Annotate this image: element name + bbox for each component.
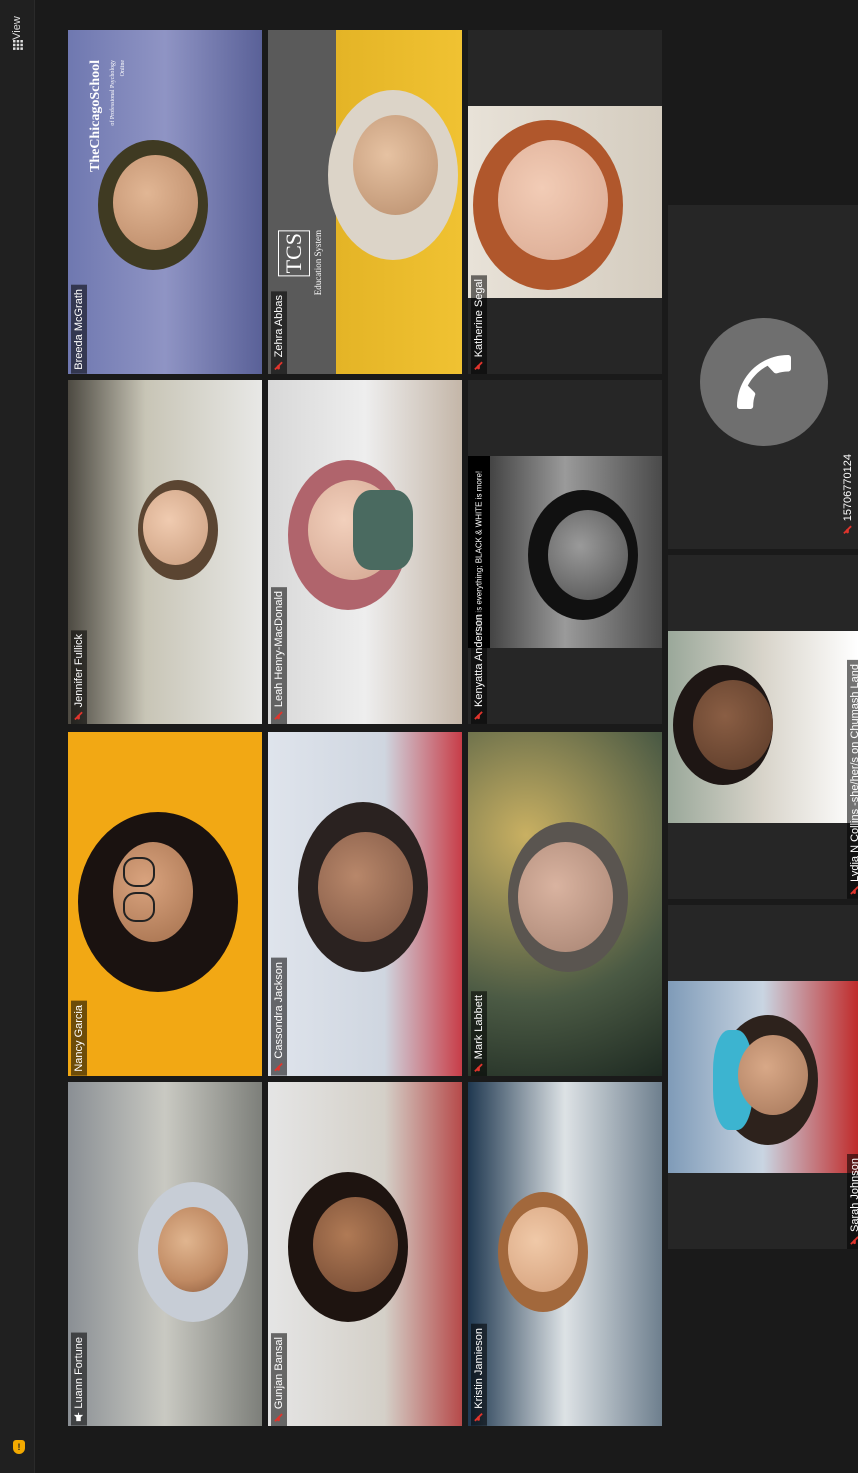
nameplate: Breeda McGrath	[68, 30, 90, 374]
mic-muted-icon	[274, 1063, 284, 1072]
participant-name: Nancy Garcia	[73, 1005, 85, 1072]
mic-muted-icon	[850, 886, 858, 895]
participant-name: Sarah Johnson	[849, 1158, 858, 1232]
video-tile-kenyatta-anderson[interactable]: Color is everything; BLACK & WHITE is mo…	[468, 380, 662, 724]
video-tile-kristin-jamieson[interactable]: Kristin Jamieson	[468, 1082, 662, 1426]
nameplate: Nancy Garcia	[68, 732, 90, 1076]
participant-face	[113, 842, 193, 942]
participant-face	[318, 832, 413, 942]
video-tile-luann-fortune[interactable]: Luann Fortune	[68, 1082, 262, 1426]
video-tile-lydia-collins[interactable]: Lydia N Collins -she/her/s on Chumash La…	[668, 555, 858, 899]
participant-name: Luann Fortune	[73, 1337, 85, 1409]
participant-face	[143, 490, 208, 565]
security-shield-icon[interactable]: !	[13, 1440, 25, 1454]
mic-muted-icon	[274, 361, 284, 370]
participant-face	[113, 155, 198, 250]
video-tile-mark-labbett[interactable]: Mark Labbett	[468, 732, 662, 1076]
participant-name: Leah Henry-MacDonald	[273, 590, 285, 707]
grid-icon	[13, 40, 23, 50]
nameplate: Sarah Johnson	[844, 905, 858, 1249]
mic-muted-icon	[474, 1413, 484, 1422]
glasses	[123, 857, 155, 887]
nameplate: Leah Henry-MacDonald	[268, 380, 290, 724]
participant-name: Lydia N Collins -she/her/s on Chumash La…	[849, 664, 858, 882]
tcs-subtitle: Education System	[313, 230, 323, 296]
glasses	[123, 892, 155, 922]
mic-muted-icon	[474, 711, 484, 720]
mic-muted-icon	[74, 711, 84, 720]
phone-avatar	[700, 318, 828, 446]
video-tile-sarah-johnson[interactable]: Sarah Johnson	[668, 905, 858, 1249]
participant-name: Katherine Segal	[473, 278, 485, 357]
view-button[interactable]: View	[9, 6, 29, 54]
nameplate: Zehra Abbas	[268, 30, 290, 374]
nameplate: Luann Fortune	[68, 1082, 90, 1426]
participant-face	[738, 1035, 808, 1115]
chicago-school-subtitle: of Professional Psychology	[110, 60, 116, 126]
phone-icon	[737, 355, 791, 409]
participant-face	[518, 842, 613, 952]
mic-muted-icon	[274, 1413, 284, 1422]
participant-face	[353, 115, 438, 215]
participant-name: Cassondra Jackson	[273, 962, 285, 1059]
participant-face	[313, 1197, 398, 1292]
participant-name: Jennifer Fullick	[73, 633, 85, 707]
participant-name: Gunjan Bansal	[273, 1336, 285, 1409]
mic-muted-icon	[474, 1063, 484, 1072]
nameplate: Katherine Segal	[468, 30, 490, 374]
video-tile-jennifer-fullick[interactable]: Jennifer Fullick	[68, 380, 262, 724]
view-label: View	[10, 16, 23, 40]
pin-icon	[74, 1413, 84, 1422]
chicago-school-online: Online	[120, 60, 126, 77]
video-tile-gunjan-bansal[interactable]: Gunjan Bansal	[268, 1082, 462, 1426]
video-tile-nancy-garcia[interactable]: Nancy Garcia	[68, 732, 262, 1076]
video-tile-leah-henry-macdonald[interactable]: Leah Henry-MacDonald	[268, 380, 462, 724]
face-mask	[353, 490, 413, 570]
video-tile-cassondra-jackson[interactable]: Cassondra Jackson	[268, 732, 462, 1076]
video-tile-zehra-abbas[interactable]: TCS Education System Zehra Abbas	[268, 30, 462, 374]
participant-face	[498, 140, 608, 260]
mic-muted-icon	[274, 711, 284, 720]
video-tile-katherine-segal[interactable]: Katherine Segal	[468, 30, 662, 374]
mic-muted-icon	[850, 1236, 858, 1245]
chicago-school-logo: TheChicagoSchool	[88, 60, 103, 173]
mic-muted-icon	[474, 361, 484, 370]
nameplate: Mark Labbett	[468, 732, 490, 1076]
nameplate: Cassondra Jackson	[268, 732, 290, 1076]
nameplate: 15706770124	[842, 454, 854, 535]
participant-name: Zehra Abbas	[273, 294, 285, 357]
nameplate: Kristin Jamieson	[468, 1082, 490, 1426]
nameplate: Kenyatta Anderson	[468, 380, 490, 724]
participant-name: Kristin Jamieson	[473, 1328, 485, 1409]
participant-face	[548, 510, 628, 600]
participant-name: Breeda McGrath	[73, 289, 85, 370]
participant-name: Mark Labbett	[473, 994, 485, 1059]
participant-name: 15706770124	[842, 454, 854, 522]
participant-name: Kenyatta Anderson	[473, 614, 485, 707]
video-tile-breeda-mcgrath[interactable]: TheChicagoSchool of Professional Psychol…	[68, 30, 262, 374]
nameplate: Gunjan Bansal	[268, 1082, 290, 1426]
participant-face	[693, 680, 773, 770]
participant-face	[158, 1207, 228, 1292]
left-toolbar: View !	[0, 0, 35, 1473]
nameplate: Jennifer Fullick	[68, 380, 90, 724]
nameplate: Lydia N Collins -she/her/s on Chumash La…	[844, 555, 858, 899]
mic-muted-icon	[843, 525, 853, 535]
participant-face	[508, 1207, 578, 1292]
